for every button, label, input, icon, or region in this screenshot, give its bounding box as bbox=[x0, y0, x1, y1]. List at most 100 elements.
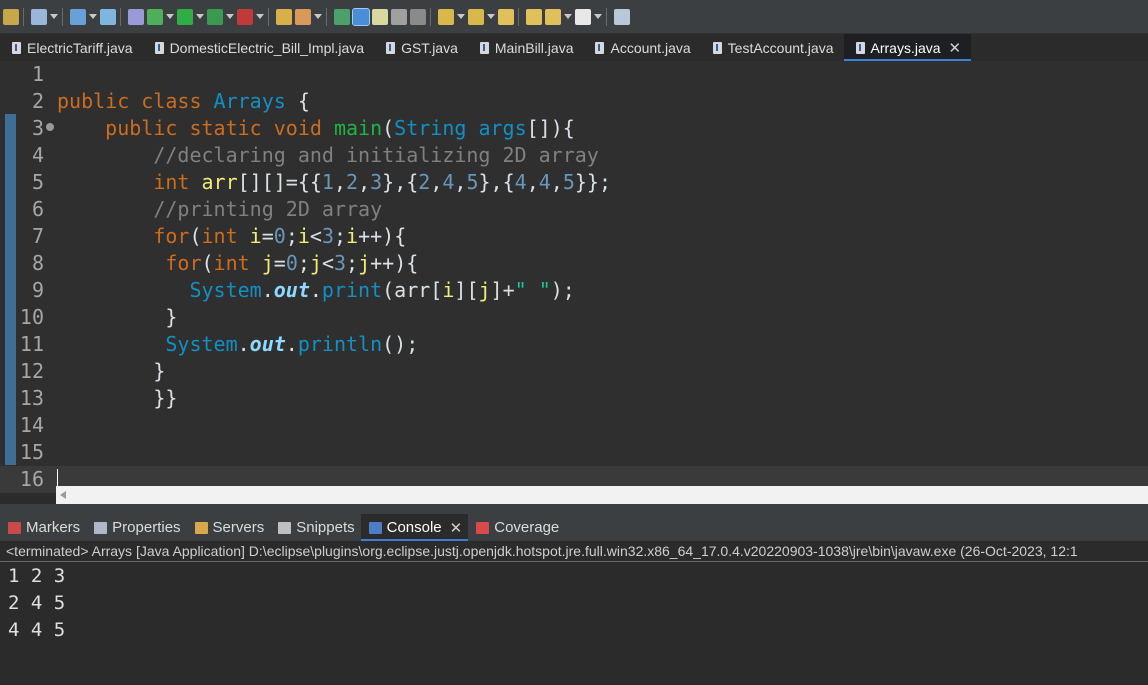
view-tab-snippets[interactable]: Snippets bbox=[270, 514, 360, 541]
pin-editor-button[interactable] bbox=[614, 7, 630, 27]
editor-tab[interactable]: DomesticElectric_Bill_Impl.java bbox=[143, 34, 375, 61]
code-line[interactable]: 8 for(int j=0;j<3;j++){ bbox=[0, 250, 1148, 277]
java-file-icon bbox=[386, 41, 396, 54]
last-edit-location-button[interactable] bbox=[498, 7, 514, 27]
dropdown-arrow-icon[interactable] bbox=[166, 14, 174, 19]
run-button[interactable] bbox=[177, 7, 204, 27]
console-view[interactable]: <terminated> Arrays [Java Application] D… bbox=[0, 541, 1148, 685]
view-tab-servers[interactable]: Servers bbox=[187, 514, 271, 541]
open-project-button[interactable] bbox=[276, 7, 292, 27]
dropdown-arrow-icon[interactable] bbox=[256, 14, 264, 19]
web-browser-button[interactable] bbox=[100, 7, 116, 27]
code-line[interactable]: 7 for(int i=0;i<3;i++){ bbox=[0, 223, 1148, 250]
code-token: 3 bbox=[370, 170, 383, 194]
new-server-button[interactable] bbox=[128, 7, 144, 27]
highlight-occurrences-button[interactable] bbox=[334, 7, 350, 27]
next-annotation-button[interactable] bbox=[438, 7, 465, 27]
editor-tab[interactable]: ElectricTariff.java bbox=[0, 34, 143, 61]
dropdown-arrow-icon[interactable] bbox=[457, 14, 465, 19]
edit-button[interactable] bbox=[372, 7, 388, 27]
forward-arrow-button[interactable] bbox=[575, 7, 602, 27]
dropdown-arrow-icon[interactable] bbox=[487, 14, 495, 19]
coverage-button[interactable] bbox=[237, 7, 264, 27]
editor-tab[interactable]: Arrays.java ✕ bbox=[843, 34, 972, 61]
run-as-button[interactable] bbox=[207, 7, 234, 27]
code-line[interactable]: 12 } bbox=[0, 358, 1148, 385]
code-token: . bbox=[237, 332, 250, 356]
view-tab-console[interactable]: Console ✕ bbox=[360, 514, 469, 541]
code-token: i bbox=[297, 224, 310, 248]
code-editor[interactable]: 1 2 public class Arrays {3 public static v… bbox=[0, 61, 1148, 493]
code-token: 5 bbox=[466, 170, 479, 194]
show-whitespace-button[interactable] bbox=[410, 7, 426, 27]
previous-annotation-button[interactable] bbox=[468, 7, 495, 27]
view-tab-markers[interactable]: Markers bbox=[0, 514, 86, 541]
scroll-left-icon[interactable] bbox=[60, 491, 66, 499]
line-number: 2 bbox=[31, 89, 44, 113]
code-token: },{ bbox=[478, 170, 515, 194]
code-token: 4 bbox=[442, 170, 455, 194]
debug-bug-button[interactable] bbox=[147, 7, 174, 27]
editor-tab[interactable]: TestAccount.java bbox=[701, 34, 844, 61]
view-tab-coverage[interactable]: Coverage bbox=[468, 514, 565, 541]
editor-tab[interactable]: Account.java bbox=[583, 34, 700, 61]
code-token: 3 bbox=[334, 251, 347, 275]
back-arrow-button[interactable] bbox=[545, 7, 572, 27]
dropdown-arrow-icon[interactable] bbox=[89, 14, 97, 19]
editor-tab-label: GST.java bbox=[401, 39, 458, 56]
code-line[interactable]: 15 bbox=[0, 439, 1148, 466]
next-edit-location-button[interactable] bbox=[526, 7, 542, 27]
dropdown-arrow-icon[interactable] bbox=[314, 14, 322, 19]
code-line[interactable]: 9 System.out.print(arr[i][j]+" "); bbox=[0, 277, 1148, 304]
server-button[interactable] bbox=[70, 7, 97, 27]
dropdown-arrow-icon[interactable] bbox=[564, 14, 572, 19]
horizontal-scrollbar[interactable] bbox=[56, 486, 1148, 504]
close-tab-icon[interactable]: ✕ bbox=[949, 39, 962, 57]
close-view-icon[interactable]: ✕ bbox=[450, 519, 463, 537]
code-line[interactable]: 10 } bbox=[0, 304, 1148, 331]
line-number: 15 bbox=[19, 440, 44, 464]
code-text: for(int i=0;i<3;i++){ bbox=[57, 223, 406, 250]
dropdown-arrow-icon[interactable] bbox=[226, 14, 234, 19]
code-line[interactable]: 3 public static void main(String args[])… bbox=[0, 115, 1148, 142]
code-line[interactable]: 2 public class Arrays { bbox=[0, 88, 1148, 115]
code-line[interactable]: 1 bbox=[0, 61, 1148, 88]
next-annotation-icon bbox=[438, 8, 454, 25]
dropdown-arrow-icon[interactable] bbox=[594, 14, 602, 19]
new-wizard-button[interactable] bbox=[31, 7, 58, 27]
snippets-icon bbox=[278, 521, 292, 534]
fold-toggle-icon[interactable] bbox=[46, 123, 54, 131]
code-token: int bbox=[213, 251, 262, 275]
code-token: out bbox=[273, 278, 310, 302]
code-token: []){ bbox=[526, 116, 575, 140]
code-token: . bbox=[309, 278, 322, 302]
dropdown-arrow-icon[interactable] bbox=[50, 14, 58, 19]
code-text: }} bbox=[57, 385, 177, 412]
code-line[interactable]: 5 int arr[][]={{1,2,3},{2,4,5},{4,4,5}}; bbox=[0, 169, 1148, 196]
editor-tab[interactable]: MainBill.java bbox=[468, 34, 584, 61]
toggle-breadcrumb-button[interactable] bbox=[352, 7, 370, 27]
code-token: print bbox=[321, 278, 383, 302]
code-token: public class bbox=[57, 89, 214, 113]
code-token: , bbox=[358, 170, 371, 194]
code-token: ( bbox=[382, 116, 395, 140]
server-icon bbox=[70, 8, 86, 25]
code-line[interactable]: 14 bbox=[0, 412, 1148, 439]
code-line[interactable]: 4 //declaring and initializing 2D array bbox=[0, 142, 1148, 169]
java-file-icon bbox=[595, 41, 605, 54]
view-tab-properties[interactable]: Properties bbox=[86, 514, 186, 541]
pen-button[interactable] bbox=[295, 7, 322, 27]
code-token: 1 bbox=[321, 170, 334, 194]
block-selection-button[interactable] bbox=[391, 7, 407, 27]
code-line[interactable]: 13 }} bbox=[0, 385, 1148, 412]
line-number: 9 bbox=[31, 278, 44, 302]
debug-button[interactable] bbox=[3, 7, 19, 27]
dropdown-arrow-icon[interactable] bbox=[196, 14, 204, 19]
code-line[interactable]: 6 //printing 2D array bbox=[0, 196, 1148, 223]
code-token: ( bbox=[201, 251, 214, 275]
code-token: out bbox=[249, 332, 286, 356]
editor-tab[interactable]: GST.java bbox=[374, 34, 468, 61]
code-line[interactable]: 11 System.out.println(); bbox=[0, 331, 1148, 358]
code-token: 0 bbox=[273, 224, 286, 248]
